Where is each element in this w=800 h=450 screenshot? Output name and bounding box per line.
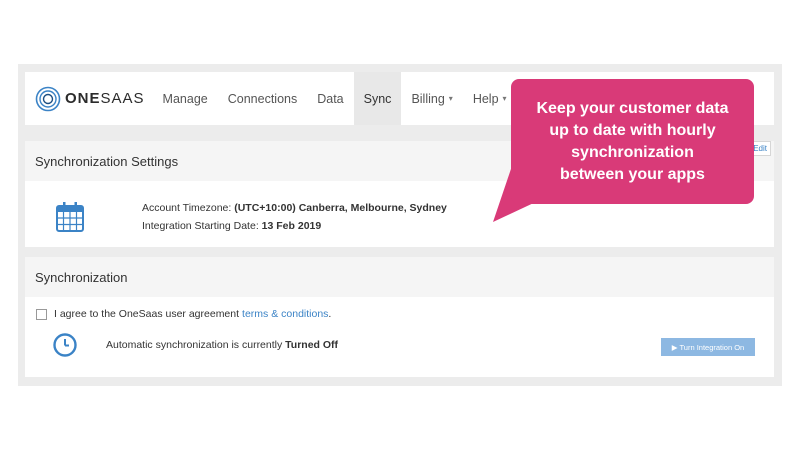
nav-manage[interactable]: Manage <box>153 72 218 125</box>
agree-period: . <box>328 308 332 320</box>
timezone-value: (UTC+10:00) Canberra, Melbourne, Sydney <box>234 202 447 214</box>
synchronization-panel: Synchronization I agree to the OneSaas u… <box>25 257 774 377</box>
timezone-row: Account Timezone: (UTC+10:00) Canberra, … <box>55 199 447 235</box>
promo-callout: Keep your customer data up to date with … <box>511 79 754 204</box>
nav-sync[interactable]: Sync <box>353 72 402 125</box>
onesaas-logo-icon <box>35 86 61 111</box>
onesaas-logo[interactable]: ONESAAS <box>35 86 145 112</box>
start-date-value: 13 Feb 2019 <box>261 220 322 232</box>
callout-line: up to date with hourly <box>549 122 716 139</box>
agree-text: I agree to the OneSaas user agreement <box>54 308 240 320</box>
auto-sync-status: Automatic synchronization is currently T… <box>106 339 339 351</box>
chevron-down-icon: ▾ <box>448 94 453 103</box>
calendar-icon <box>56 202 84 232</box>
callout-line: between your apps <box>560 166 705 183</box>
synchronization-title: Synchronization <box>25 257 774 297</box>
clock-icon <box>53 333 77 357</box>
auto-sync-state: Turned Off <box>285 339 339 351</box>
start-date-label: Integration Starting Date: <box>142 220 259 232</box>
auto-sync-row: Automatic synchronization is currently T… <box>53 333 338 357</box>
timezone-info: Account Timezone: (UTC+10:00) Canberra, … <box>142 199 447 235</box>
brand-wordmark: ONESAAS <box>65 90 145 107</box>
terms-link[interactable]: terms & conditions <box>242 308 328 320</box>
callout-line: synchronization <box>571 144 694 161</box>
nav-connections[interactable]: Connections <box>218 72 308 125</box>
turn-integration-on-button[interactable]: ▶ Turn Integration On <box>661 338 755 356</box>
agree-checkbox[interactable] <box>36 308 47 320</box>
nav-help[interactable]: Help ▾ <box>463 72 517 125</box>
nav-billing[interactable]: Billing ▾ <box>401 72 462 125</box>
callout-line: Keep your customer data <box>536 100 729 117</box>
chevron-down-icon: ▾ <box>502 94 507 103</box>
nav-data[interactable]: Data <box>307 72 353 125</box>
timezone-label: Account Timezone: <box>142 202 232 214</box>
agreement-row: I agree to the OneSaas user agreement te… <box>36 308 331 320</box>
